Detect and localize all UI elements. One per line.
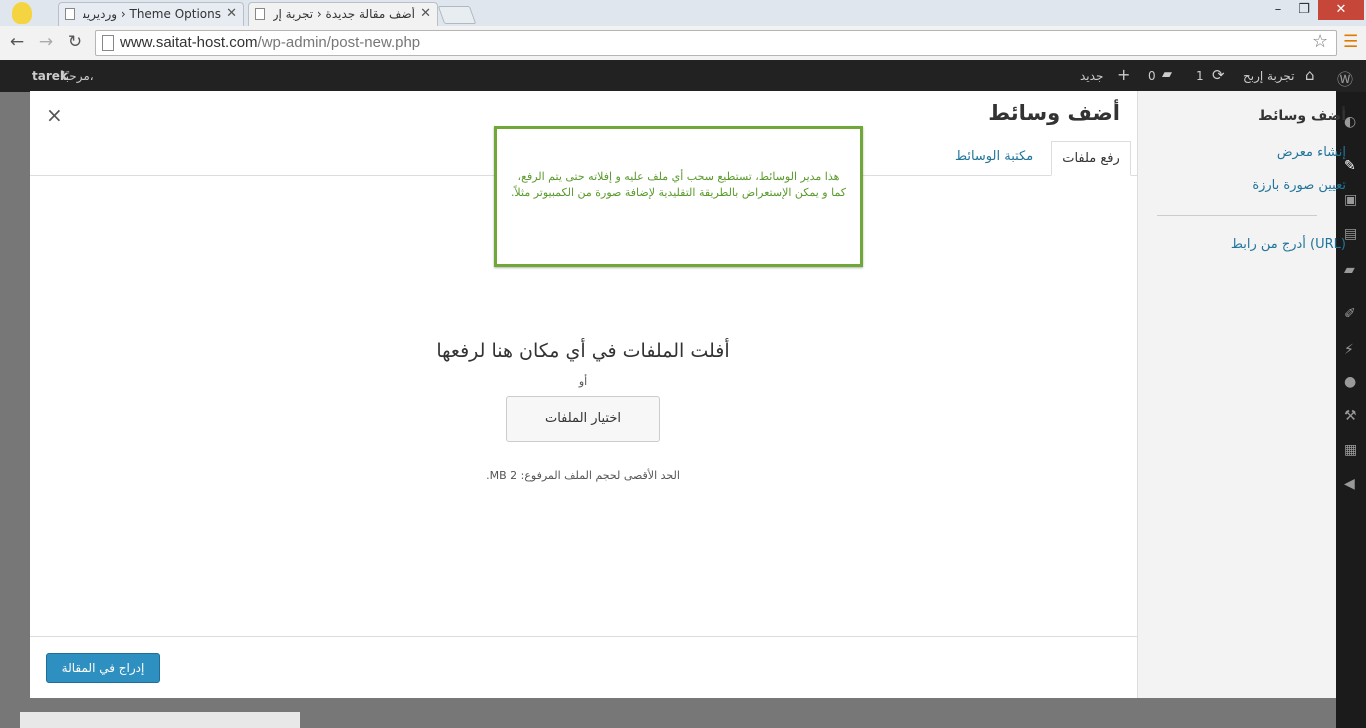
updates-count[interactable]: 1 (1196, 69, 1204, 83)
menu-separator (1157, 215, 1317, 216)
media-icon[interactable]: ▣ (1344, 192, 1357, 208)
max-upload-size: الحد الأقصى لحجم الملف المرفوع: 2 MB. (486, 469, 680, 482)
new-tab-button[interactable] (437, 6, 477, 24)
frame-title: أضف وسائط (988, 101, 1120, 125)
close-icon[interactable]: × (46, 103, 63, 127)
plugins-icon[interactable]: ⚡ (1344, 342, 1354, 358)
menu-item-create-gallery[interactable]: إنشاء معرض (1277, 145, 1346, 160)
settings-icon[interactable]: ▦ (1344, 442, 1357, 458)
forward-icon[interactable]: → (35, 32, 57, 52)
wp-admin-bar: Ⓦ ⌂ تجربة إربح ⟳ 1 ▰ 0 + جديد مرحبًا، ta… (0, 60, 1366, 92)
close-tab-icon[interactable]: ✕ (420, 6, 431, 21)
menu-item-insert-from-url[interactable]: أدرج من رابط (URL) (1231, 237, 1346, 252)
close-window-button[interactable]: ✕ (1318, 0, 1364, 20)
updates-icon: ⟳ (1212, 66, 1225, 84)
comments-icon: ▰ (1162, 67, 1172, 82)
comments-menu-icon[interactable]: ▰ (1344, 262, 1355, 278)
tools-icon[interactable]: ⚒ (1344, 408, 1357, 424)
drop-instructions: أفلت الملفات في أي مكان هنا لرفعها (436, 340, 730, 362)
collapse-menu-icon[interactable]: ◀ (1344, 476, 1355, 492)
browser-logo-icon (12, 2, 32, 24)
document-icon (65, 8, 75, 20)
tab-upload-files[interactable]: رفع ملفات (1051, 141, 1131, 176)
or-label: أو (578, 375, 588, 388)
back-icon[interactable]: ← (6, 32, 28, 52)
page-box-behind (20, 712, 300, 728)
browser-tab-new-post[interactable]: أضف مقالة جديدة ‹ تجربة إر ✕ (248, 2, 438, 26)
annotation-box: هذا مدير الوسائط، تستطيع سحب أي ملف عليه… (494, 126, 863, 267)
tab-title: Theme Options ‹ ورديريس (83, 7, 221, 21)
page-icon (102, 35, 114, 51)
tab-media-library[interactable]: مكتبة الوسائط (955, 149, 1033, 164)
select-files-button[interactable]: اختيار الملفات (506, 396, 660, 442)
tab-title: أضف مقالة جديدة ‹ تجربة إر (273, 7, 415, 21)
comments-count[interactable]: 0 (1148, 69, 1156, 83)
minimize-button[interactable]: – (1266, 0, 1290, 20)
browser-menu-icon[interactable]: ☰ (1343, 32, 1358, 52)
wordpress-logo-icon[interactable]: Ⓦ (1337, 66, 1353, 90)
appearance-icon[interactable]: ✐ (1344, 306, 1356, 322)
document-icon (255, 8, 265, 20)
url-text: www.saitat-host.com/wp-admin/post-new.ph… (120, 34, 421, 51)
users-icon[interactable]: ● (1344, 374, 1356, 390)
browser-tab-theme-options[interactable]: Theme Options ‹ ورديريس ✕ (58, 2, 244, 26)
site-name-link[interactable]: تجربة إربح (1243, 69, 1295, 83)
insert-into-post-button[interactable]: إدراج في المقالة (46, 653, 160, 683)
annotation-text: هذا مدير الوسائط، تستطيع سحب أي ملف عليه… (510, 170, 847, 199)
posts-icon[interactable]: ✎ (1344, 158, 1356, 174)
bookmark-star-icon[interactable]: ☆ (1312, 31, 1328, 52)
restore-button[interactable]: ❐ (1292, 0, 1316, 20)
new-content-link[interactable]: جديد (1080, 69, 1103, 83)
username-link[interactable]: tarek (32, 69, 68, 83)
home-icon: ⌂ (1305, 66, 1315, 84)
close-tab-icon[interactable]: ✕ (226, 6, 237, 21)
modal-toolbar-divider (30, 636, 1137, 637)
plus-icon: + (1117, 65, 1131, 84)
menu-item-featured-image[interactable]: تعيين صورة بارزة (1252, 178, 1346, 193)
reload-icon[interactable]: ↻ (64, 32, 86, 52)
media-menu-title: أضف وسائط (1258, 108, 1346, 124)
